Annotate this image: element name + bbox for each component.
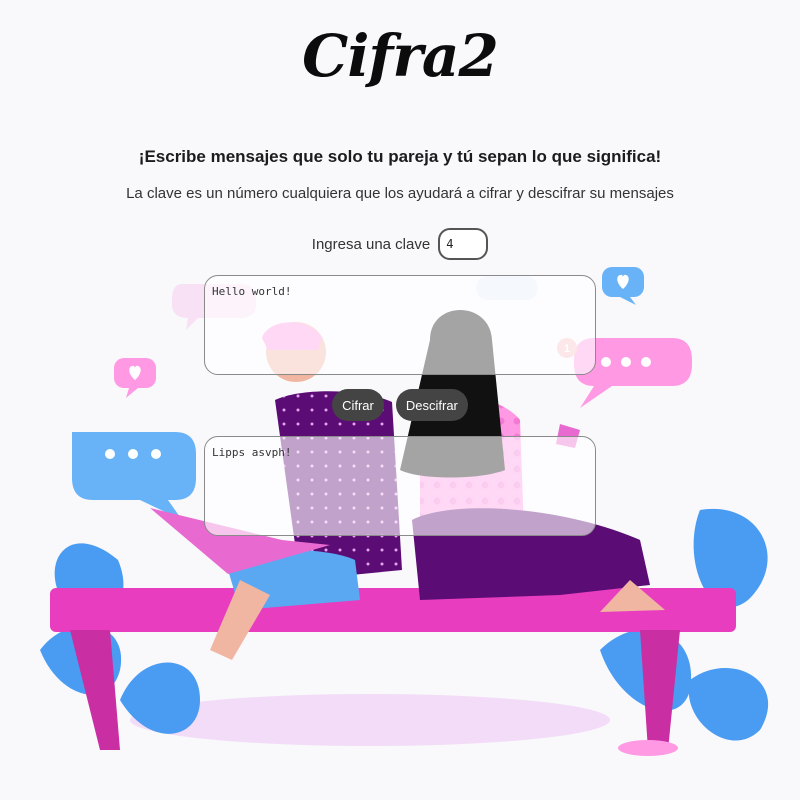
page-subtitle: La clave es un número cualquiera que los… bbox=[126, 185, 674, 202]
decrypt-button[interactable]: Descifrar bbox=[395, 389, 468, 421]
page-headline: ¡Escribe mensajes que solo tu pareja y t… bbox=[138, 147, 662, 166]
action-buttons: Cifrar Descifrar bbox=[0, 389, 800, 421]
message-output[interactable]: Lipps asvph! bbox=[204, 436, 596, 536]
logo: Cifra2 bbox=[302, 22, 499, 90]
ground-shadow bbox=[130, 694, 610, 746]
key-input[interactable] bbox=[438, 228, 489, 260]
left-leaves bbox=[40, 543, 200, 734]
encrypt-button[interactable]: Cifrar bbox=[332, 389, 384, 421]
bubble-blue-left bbox=[72, 432, 196, 520]
heart-bubble-blue bbox=[602, 267, 644, 305]
key-label: Ingresa una clave bbox=[311, 235, 431, 253]
key-row: Ingresa una clave bbox=[0, 228, 800, 260]
message-input[interactable]: Hello world! bbox=[204, 275, 596, 375]
